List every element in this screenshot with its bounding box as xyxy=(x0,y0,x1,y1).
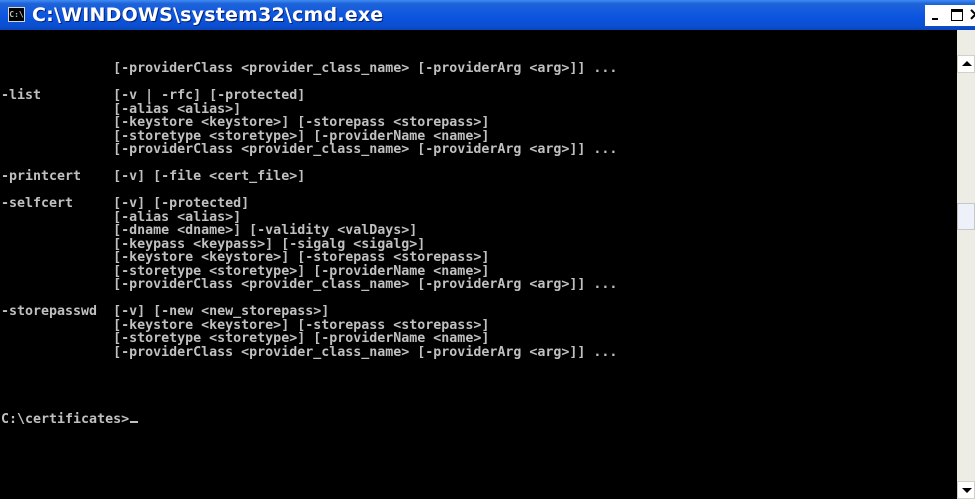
console-line: [-providerClass <provider_class_name> [-… xyxy=(1,277,618,292)
console-line: [-storetype <storetype>] [-providerName … xyxy=(1,128,490,144)
command-prompt: C:\certificates> xyxy=(1,412,130,427)
minimize-icon xyxy=(932,18,938,20)
window-title: C:\WINDOWS\system32\cmd.exe xyxy=(32,4,384,26)
close-icon: × xyxy=(968,4,975,26)
console-output: [-providerClass <provider_class_name> [-… xyxy=(1,35,617,454)
console-line: -selfcert [-v] [-protected] xyxy=(1,196,250,211)
console-lines: [-providerClass <provider_class_name> [-… xyxy=(1,62,617,386)
text-cursor xyxy=(130,421,139,423)
arrow-up-icon xyxy=(962,61,972,66)
maximize-icon xyxy=(951,9,963,21)
console-line: [-providerClass <provider_class_name> [-… xyxy=(1,344,618,360)
scroll-thumb[interactable] xyxy=(957,202,975,230)
scroll-down-button[interactable] xyxy=(957,481,975,499)
console-line: [-alias <alias>] xyxy=(1,101,242,117)
console-area[interactable]: [-providerClass <provider_class_name> [-… xyxy=(0,30,957,499)
console-line: [-providerClass <provider_class_name> [-… xyxy=(1,142,618,157)
console-line: [-providerClass <provider_class_name> [-… xyxy=(1,61,618,76)
console-line: -printcert [-v] [-file <cert_file>] xyxy=(1,169,306,184)
command-prompt-line[interactable]: C:\certificates> xyxy=(1,413,617,427)
maximize-button[interactable] xyxy=(946,5,967,26)
console-line: [-storetype <storetype>] [-providerName … xyxy=(1,331,490,346)
title-bar[interactable]: C:\ C:\WINDOWS\system32\cmd.exe × xyxy=(0,0,975,30)
scroll-up-button[interactable] xyxy=(957,55,975,73)
console-line: [-storetype <storetype>] [-providerName … xyxy=(1,263,490,279)
cmd-app-icon[interactable]: C:\ xyxy=(8,7,25,22)
console-line: [-alias <alias>] xyxy=(1,209,242,225)
vertical-scrollbar[interactable] xyxy=(957,30,975,499)
arrow-down-icon xyxy=(962,488,972,493)
close-button[interactable]: × xyxy=(967,4,975,26)
console-line: -list [-v | -rfc] [-protected] xyxy=(1,88,306,103)
console-line: -storepasswd [-v] [-new <new_storepass>] xyxy=(1,304,330,319)
cmd-window: C:\ C:\WINDOWS\system32\cmd.exe × [-prov… xyxy=(0,0,975,499)
console-line: [-keystore <keystore>] [-storepass <stor… xyxy=(1,250,490,265)
minimize-button[interactable] xyxy=(925,5,946,26)
console-line: [-dname <dname>] [-validity <valDays>] xyxy=(1,223,418,238)
console-line: [-keypass <keypass>] [-sigalg <sigalg>] xyxy=(1,236,426,252)
console-line: [-keystore <keystore>] [-storepass <stor… xyxy=(1,115,490,130)
console-line: [-keystore <keystore>] [-storepass <stor… xyxy=(1,317,490,333)
